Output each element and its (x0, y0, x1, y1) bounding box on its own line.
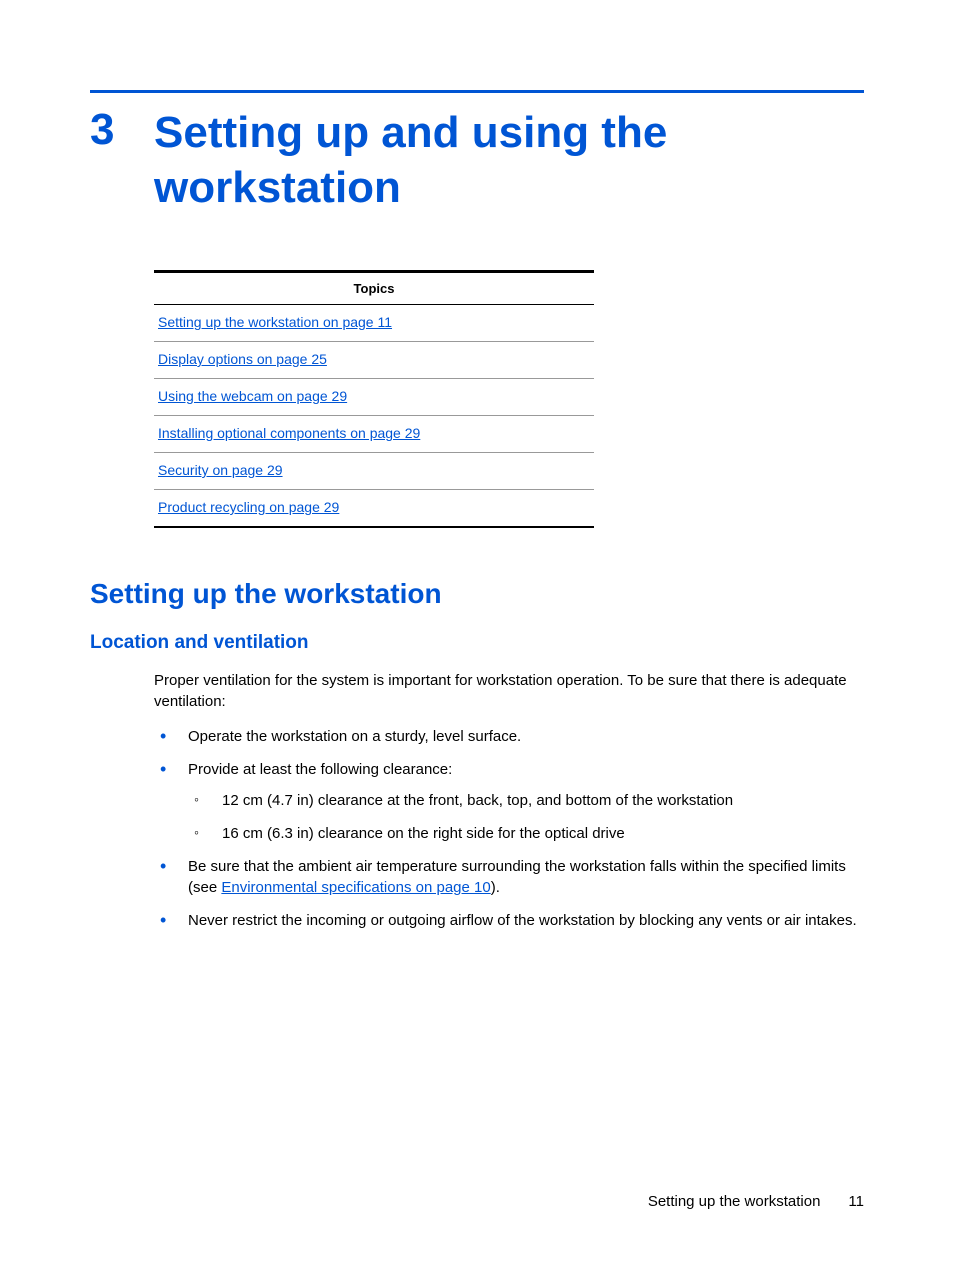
section-heading: Setting up the workstation (90, 578, 864, 610)
list-item: Operate the workstation on a sturdy, lev… (154, 726, 864, 747)
footer-section-name: Setting up the workstation (648, 1193, 821, 1210)
intro-paragraph: Proper ventilation for the system is imp… (154, 670, 864, 712)
topic-link-product-recycling[interactable]: Product recycling on page 29 (158, 499, 339, 515)
chapter-top-rule (90, 90, 864, 93)
table-row: Using the webcam on page 29 (154, 379, 594, 416)
chapter-title: Setting up and using the workstation (154, 105, 864, 215)
table-row: Installing optional components on page 2… (154, 416, 594, 453)
page-footer: Setting up the workstation 11 (648, 1193, 864, 1210)
environmental-spec-link[interactable]: Environmental specifications on page 10 (221, 879, 490, 896)
table-row: Display options on page 25 (154, 342, 594, 379)
sub-list: 12 cm (4.7 in) clearance at the front, b… (188, 790, 864, 844)
subsection-heading: Location and ventilation (90, 632, 864, 654)
topic-link-webcam[interactable]: Using the webcam on page 29 (158, 388, 347, 404)
sub-list-item: 16 cm (6.3 in) clearance on the right si… (188, 823, 864, 844)
list-item: Never restrict the incoming or outgoing … (154, 910, 864, 931)
topic-link-security[interactable]: Security on page 29 (158, 462, 283, 478)
table-row: Setting up the workstation on page 11 (154, 305, 594, 342)
list-item: Be sure that the ambient air temperature… (154, 856, 864, 898)
topics-header: Topics (154, 272, 594, 305)
table-row: Product recycling on page 29 (154, 490, 594, 528)
topic-link-display-options[interactable]: Display options on page 25 (158, 351, 327, 367)
chapter-header: 3 Setting up and using the workstation (90, 105, 864, 215)
list-item-text: Provide at least the following clearance… (188, 761, 452, 778)
sub-list-item: 12 cm (4.7 in) clearance at the front, b… (188, 790, 864, 811)
page-content: 3 Setting up and using the workstation T… (0, 0, 954, 931)
list-item-text-post: ). (491, 879, 500, 896)
list-item: Provide at least the following clearance… (154, 759, 864, 844)
topic-link-setting-up[interactable]: Setting up the workstation on page 11 (158, 314, 392, 330)
footer-page-number: 11 (848, 1193, 864, 1210)
topics-table: Topics Setting up the workstation on pag… (154, 270, 594, 528)
table-row: Security on page 29 (154, 453, 594, 490)
topic-link-optional-components[interactable]: Installing optional components on page 2… (158, 425, 420, 441)
bullet-list: Operate the workstation on a sturdy, lev… (154, 726, 864, 931)
chapter-number: 3 (90, 105, 124, 156)
